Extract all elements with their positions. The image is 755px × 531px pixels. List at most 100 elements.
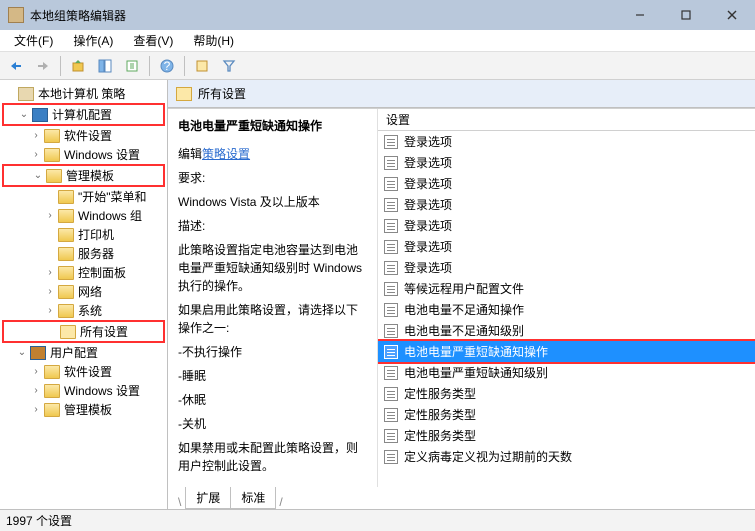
list-item[interactable]: 登录选项 — [378, 173, 755, 194]
list-item[interactable]: 登录选项 — [378, 152, 755, 173]
back-button[interactable] — [4, 54, 28, 78]
tab-standard[interactable]: 标准 — [230, 487, 276, 509]
tree-admin-templates-user[interactable]: ›管理模板 — [2, 400, 165, 419]
enable-body: 如果启用此策略设置，请选择以下操作之一: — [178, 301, 367, 337]
tab-extended[interactable]: 扩展 — [185, 487, 231, 509]
app-icon — [8, 7, 24, 23]
list-pane[interactable]: 设置 登录选项登录选项登录选项登录选项登录选项登录选项登录选项等候远程用户配置文… — [378, 109, 755, 487]
policy-item-icon — [384, 345, 398, 359]
minimize-button[interactable] — [617, 0, 663, 30]
toggle-icon[interactable] — [4, 88, 16, 100]
tree-printers[interactable]: 打印机 — [2, 225, 165, 244]
expand-icon[interactable]: › — [30, 130, 42, 142]
tree-label: Windows 组 — [78, 207, 142, 224]
tree-software-settings-user[interactable]: ›软件设置 — [2, 362, 165, 381]
tree-network[interactable]: ›网络 — [2, 282, 165, 301]
folder-icon — [44, 148, 60, 162]
list-item[interactable]: 登录选项 — [378, 194, 755, 215]
filter-button[interactable] — [217, 54, 241, 78]
tree-windows-settings[interactable]: ›Windows 设置 — [2, 145, 165, 164]
list-item-label: 定性服务类型 — [404, 406, 476, 423]
list-item[interactable]: 登录选项 — [378, 236, 755, 257]
opt1: -不执行操作 — [178, 343, 367, 361]
expand-icon[interactable]: › — [44, 286, 56, 298]
expand-icon[interactable]: › — [44, 305, 56, 317]
list-item-label: 定义病毒定义视为过期前的天数 — [404, 448, 572, 465]
list-item[interactable]: 定性服务类型 — [378, 425, 755, 446]
tree-label: 本地计算机 策略 — [38, 85, 125, 102]
list-item[interactable]: 登录选项 — [378, 215, 755, 236]
list-header[interactable]: 设置 — [378, 109, 755, 131]
tree-windows-components[interactable]: › Windows 组 — [2, 206, 165, 225]
maximize-button[interactable] — [663, 0, 709, 30]
policy-item-icon — [384, 240, 398, 254]
show-hide-tree-button[interactable] — [93, 54, 117, 78]
content-area: 本地计算机 策略 ⌄计算机配置 ›软件设置 ›Windows 设置 ⌄管理模板 … — [0, 80, 755, 509]
expand-icon[interactable]: › — [44, 267, 56, 279]
list-item-label: 等候远程用户配置文件 — [404, 280, 524, 297]
tree-start-menu[interactable]: "开始"菜单和 — [2, 187, 165, 206]
policy-item-icon — [384, 366, 398, 380]
policy-item-icon — [384, 198, 398, 212]
tree-control-panel[interactable]: ›控制面板 — [2, 263, 165, 282]
list-item[interactable]: 登录选项 — [378, 131, 755, 152]
expand-icon[interactable]: › — [30, 149, 42, 161]
menu-help[interactable]: 帮助(H) — [183, 29, 244, 52]
toolbar-separator — [184, 56, 185, 76]
expand-icon[interactable]: › — [44, 210, 56, 222]
tree-system[interactable]: ›系统 — [2, 301, 165, 320]
properties-button[interactable] — [190, 54, 214, 78]
folder-icon — [58, 228, 74, 242]
list-item[interactable]: 等候远程用户配置文件 — [378, 278, 755, 299]
list-item[interactable]: 电池电量严重短缺通知操作 — [378, 341, 755, 362]
toggle-icon — [44, 248, 56, 260]
folder-icon — [44, 129, 60, 143]
pane-title: 所有设置 — [198, 85, 246, 102]
edit-label: 编辑 — [178, 147, 202, 161]
list-item[interactable]: 定性服务类型 — [378, 404, 755, 425]
tree-all-settings[interactable]: 所有设置 — [2, 320, 165, 343]
tree-software-settings[interactable]: ›软件设置 — [2, 126, 165, 145]
policy-settings-link[interactable]: 策略设置 — [202, 147, 250, 161]
expand-icon[interactable]: › — [30, 385, 42, 397]
policy-item-icon — [384, 387, 398, 401]
export-button[interactable] — [120, 54, 144, 78]
folder-icon — [46, 169, 62, 183]
menu-file[interactable]: 文件(F) — [4, 29, 63, 52]
list-item[interactable]: 电池电量不足通知级别 — [378, 320, 755, 341]
tree-admin-templates[interactable]: ⌄管理模板 — [2, 164, 165, 187]
collapse-icon[interactable]: ⌄ — [18, 109, 30, 121]
help-button[interactable]: ? — [155, 54, 179, 78]
column-setting[interactable]: 设置 — [386, 111, 410, 128]
up-button[interactable] — [66, 54, 90, 78]
expand-icon[interactable]: › — [30, 366, 42, 378]
tree-user-config[interactable]: ⌄用户配置 — [2, 343, 165, 362]
menu-view[interactable]: 查看(V) — [123, 29, 183, 52]
list-item-label: 电池电量不足通知级别 — [404, 322, 524, 339]
collapse-icon[interactable]: ⌄ — [32, 170, 44, 182]
list-item[interactable]: 登录选项 — [378, 257, 755, 278]
tree-label: 计算机配置 — [52, 106, 112, 123]
menubar: 文件(F) 操作(A) 查看(V) 帮助(H) — [0, 30, 755, 52]
list-item-label: 登录选项 — [404, 175, 452, 192]
expand-icon[interactable]: › — [30, 404, 42, 416]
close-button[interactable] — [709, 0, 755, 30]
tree-computer-config[interactable]: ⌄ 计算机配置 — [2, 103, 165, 126]
toolbar: ? — [0, 52, 755, 80]
list-item-label: 定性服务类型 — [404, 385, 476, 402]
tree-root[interactable]: 本地计算机 策略 — [2, 84, 165, 103]
tree-server[interactable]: 服务器 — [2, 244, 165, 263]
forward-button[interactable] — [31, 54, 55, 78]
right-pane: 所有设置 电池电量严重短缺通知操作 编辑策略设置 要求: Windows Vis… — [168, 80, 755, 509]
folder-icon — [44, 384, 60, 398]
opt3: -休眠 — [178, 391, 367, 409]
tree-pane[interactable]: 本地计算机 策略 ⌄计算机配置 ›软件设置 ›Windows 设置 ⌄管理模板 … — [0, 80, 168, 509]
tree-label: "开始"菜单和 — [78, 188, 147, 205]
list-item[interactable]: 定性服务类型 — [378, 383, 755, 404]
tree-windows-settings-user[interactable]: ›Windows 设置 — [2, 381, 165, 400]
list-item[interactable]: 电池电量严重短缺通知级别 — [378, 362, 755, 383]
menu-action[interactable]: 操作(A) — [63, 29, 123, 52]
list-item[interactable]: 电池电量不足通知操作 — [378, 299, 755, 320]
collapse-icon[interactable]: ⌄ — [16, 347, 28, 359]
list-item[interactable]: 定义病毒定义视为过期前的天数 — [378, 446, 755, 467]
